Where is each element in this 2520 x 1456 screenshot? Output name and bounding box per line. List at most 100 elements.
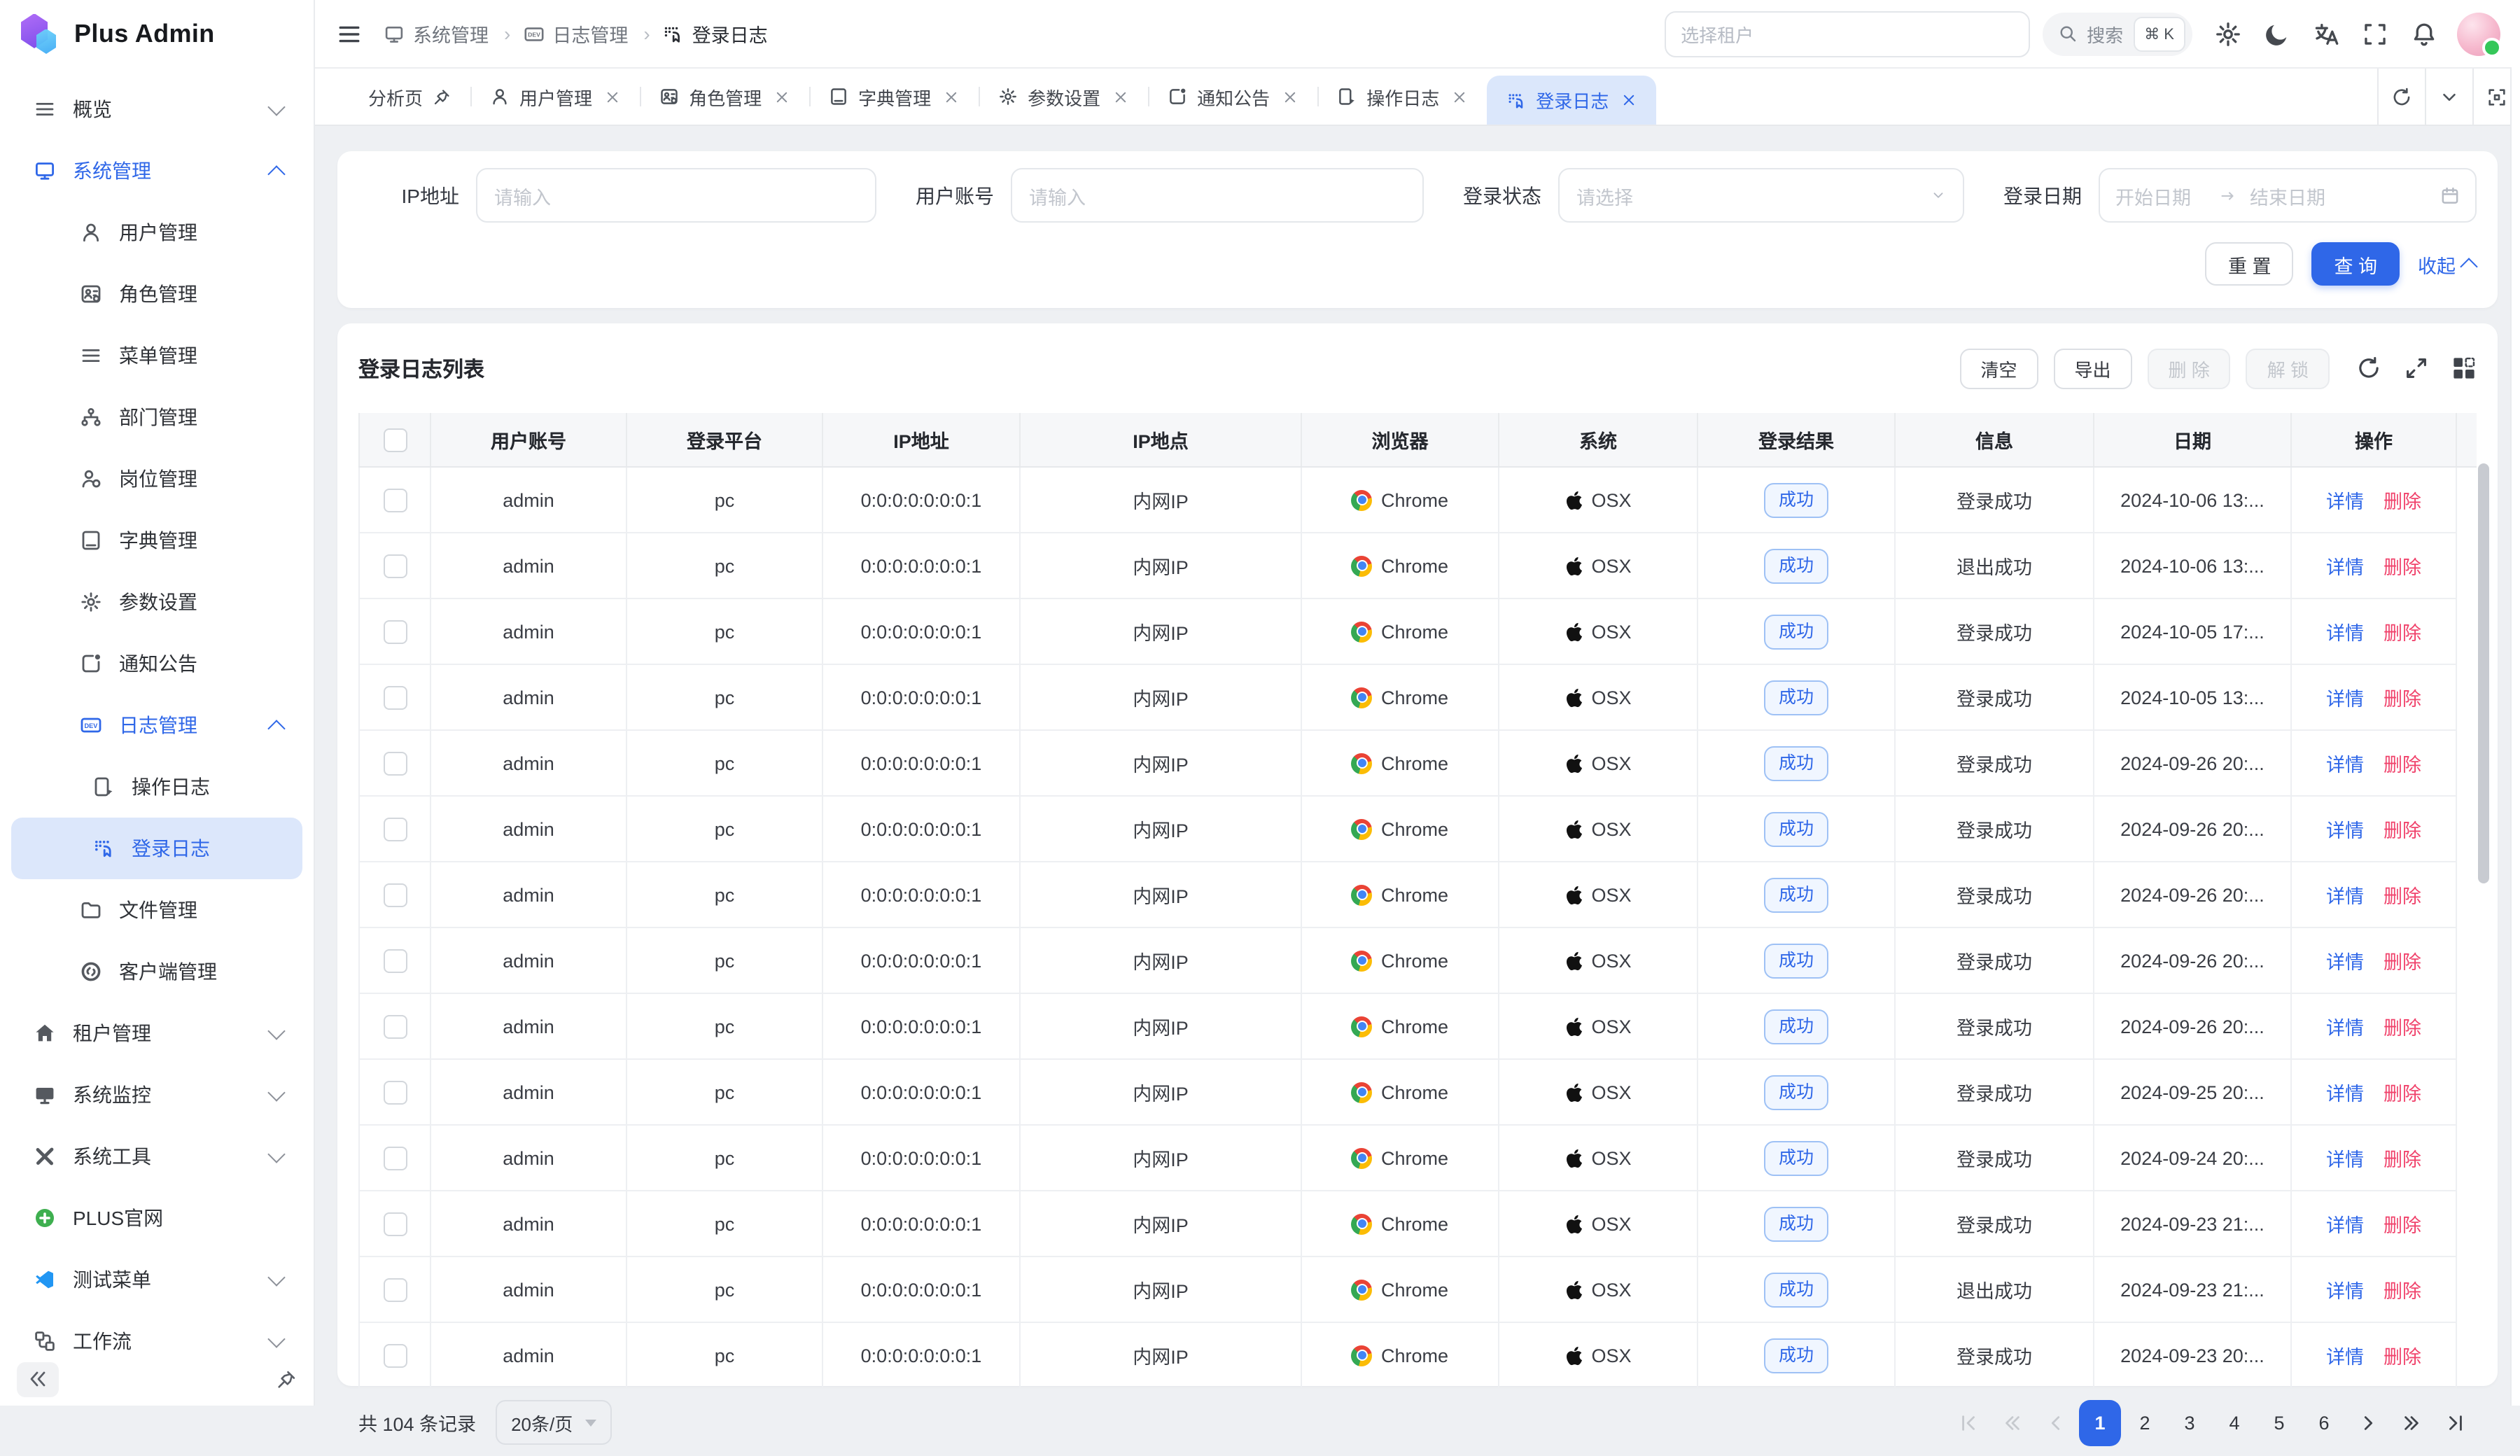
delete-link[interactable]: 删除 <box>2384 1018 2421 1039</box>
tab[interactable]: 角色管理 <box>640 69 809 125</box>
page-scrollbar-track[interactable] <box>2510 67 2520 1406</box>
tab-refresh-button[interactable] <box>2377 69 2425 125</box>
close-icon[interactable] <box>1452 89 1467 104</box>
row-checkbox[interactable] <box>383 817 407 841</box>
row-checkbox[interactable] <box>383 948 407 972</box>
select-all-checkbox[interactable] <box>383 428 407 451</box>
row-checkbox[interactable] <box>383 488 407 512</box>
sidebar-item[interactable]: 系统监控 <box>11 1064 302 1126</box>
close-icon[interactable] <box>1621 92 1637 108</box>
delete-link[interactable]: 删除 <box>2384 623 2421 644</box>
delete-link[interactable]: 删除 <box>2384 1149 2421 1170</box>
sidebar-item[interactable]: 用户管理 <box>11 202 302 263</box>
tab[interactable]: 通知公告 <box>1148 69 1317 125</box>
page-number-button[interactable]: 4 <box>2213 1399 2255 1446</box>
fast-forward-button[interactable] <box>2390 1400 2433 1445</box>
sidebar-item[interactable]: 测试菜单 <box>11 1249 302 1310</box>
user-avatar[interactable] <box>2457 12 2500 55</box>
sidebar-item[interactable]: DEV 日志管理 <box>11 694 302 756</box>
page-number-button[interactable]: 1 <box>2079 1399 2121 1446</box>
ip-input[interactable]: 请输入 <box>476 168 876 223</box>
export-button[interactable]: 导出 <box>2053 348 2132 388</box>
row-checkbox[interactable] <box>383 751 407 775</box>
tab[interactable]: 分析页 <box>349 69 470 125</box>
tab-menu-button[interactable] <box>2425 69 2472 125</box>
detail-link[interactable]: 详情 <box>2326 557 2364 578</box>
detail-link[interactable]: 详情 <box>2326 1281 2364 1302</box>
sidebar-item[interactable]: 租户管理 <box>11 1002 302 1064</box>
refresh-icon[interactable] <box>2356 356 2381 381</box>
close-icon[interactable] <box>944 89 959 104</box>
breadcrumb-item[interactable]: DEV 日志管理 › <box>523 20 657 48</box>
close-icon[interactable] <box>1113 89 1128 104</box>
delete-link[interactable]: 删除 <box>2384 689 2421 710</box>
tab[interactable]: 参数设置 <box>979 69 1148 125</box>
row-checkbox[interactable] <box>383 685 407 709</box>
status-select[interactable]: 请选择 <box>1558 168 1964 223</box>
delete-link[interactable]: 删除 <box>2384 886 2421 907</box>
detail-link[interactable]: 详情 <box>2326 886 2364 907</box>
reset-button[interactable]: 重 置 <box>2206 242 2294 286</box>
page-number-button[interactable]: 6 <box>2303 1399 2345 1446</box>
delete-link[interactable]: 删除 <box>2384 1281 2421 1302</box>
delete-link[interactable]: 删除 <box>2384 755 2421 776</box>
first-page-button[interactable] <box>1947 1400 1991 1445</box>
last-page-button[interactable] <box>2433 1400 2477 1445</box>
next-page-button[interactable] <box>2346 1400 2390 1445</box>
column-settings-icon[interactable] <box>2451 356 2477 381</box>
sidebar-item[interactable]: 文件管理 <box>11 879 302 941</box>
detail-link[interactable]: 详情 <box>2326 1149 2364 1170</box>
page-number-button[interactable]: 5 <box>2258 1399 2300 1446</box>
sidebar-item[interactable]: 系统管理 <box>11 140 302 202</box>
sidebar-collapse-button[interactable] <box>17 1362 59 1396</box>
sidebar-item[interactable]: 登录日志 <box>11 818 302 879</box>
row-checkbox[interactable] <box>383 883 407 906</box>
detail-link[interactable]: 详情 <box>2326 689 2364 710</box>
detail-link[interactable]: 详情 <box>2326 952 2364 973</box>
query-button[interactable]: 查 询 <box>2311 242 2400 286</box>
tab[interactable]: 登录日志 <box>1487 76 1656 125</box>
delete-link[interactable]: 删除 <box>2384 491 2421 512</box>
delete-link[interactable]: 删除 <box>2384 820 2421 841</box>
prev-page-button[interactable] <box>2034 1400 2078 1445</box>
account-input[interactable]: 请输入 <box>1011 168 1424 223</box>
delete-link[interactable]: 删除 <box>2384 952 2421 973</box>
breadcrumb-item[interactable]: 系统管理 › <box>384 20 517 48</box>
detail-link[interactable]: 详情 <box>2326 491 2364 512</box>
date-range-picker[interactable]: 开始日期 结束日期 <box>2099 168 2477 223</box>
sidebar-item[interactable]: 菜单管理 <box>11 325 302 386</box>
delete-link[interactable]: 删除 <box>2384 1347 2421 1368</box>
sidebar-item[interactable]: 通知公告 <box>11 633 302 694</box>
tab[interactable]: 字典管理 <box>809 69 979 125</box>
search-button[interactable]: 搜索 ⌘ K <box>2042 12 2192 55</box>
close-icon[interactable] <box>605 89 620 104</box>
hamburger-icon[interactable] <box>337 22 361 46</box>
sidebar-item[interactable]: 客户端管理 <box>11 941 302 1002</box>
page-number-button[interactable]: 3 <box>2169 1399 2211 1446</box>
delete-link[interactable]: 删除 <box>2384 557 2421 578</box>
delete-link[interactable]: 删除 <box>2384 1215 2421 1236</box>
page-number-button[interactable]: 2 <box>2124 1399 2166 1446</box>
row-checkbox[interactable] <box>383 554 407 578</box>
notifications-bell-icon[interactable] <box>2411 20 2437 47</box>
row-checkbox[interactable] <box>383 1146 407 1170</box>
detail-link[interactable]: 详情 <box>2326 820 2364 841</box>
tenant-select[interactable]: 选择租户 <box>1664 10 2029 57</box>
language-translate-icon[interactable] <box>2313 20 2339 47</box>
close-icon[interactable] <box>1282 89 1298 104</box>
settings-gear-icon[interactable] <box>2215 20 2241 47</box>
sidebar-item[interactable]: 岗位管理 <box>11 448 302 510</box>
table-scrollbar[interactable] <box>2478 463 2489 883</box>
sidebar-item[interactable]: 参数设置 <box>11 571 302 633</box>
pin-icon[interactable] <box>433 88 451 106</box>
fast-back-button[interactable] <box>1991 1400 2034 1445</box>
row-checkbox[interactable] <box>383 620 407 643</box>
sidebar-item[interactable]: PLUS官网 <box>11 1187 302 1249</box>
sidebar-item[interactable]: 操作日志 <box>11 756 302 818</box>
row-checkbox[interactable] <box>383 1212 407 1236</box>
tab[interactable]: 操作日志 <box>1317 69 1487 125</box>
delete-link[interactable]: 删除 <box>2384 1084 2421 1105</box>
sidebar-item[interactable]: 系统工具 <box>11 1126 302 1187</box>
page-size-select[interactable]: 20条/页 <box>496 1400 612 1445</box>
detail-link[interactable]: 详情 <box>2326 1084 2364 1105</box>
